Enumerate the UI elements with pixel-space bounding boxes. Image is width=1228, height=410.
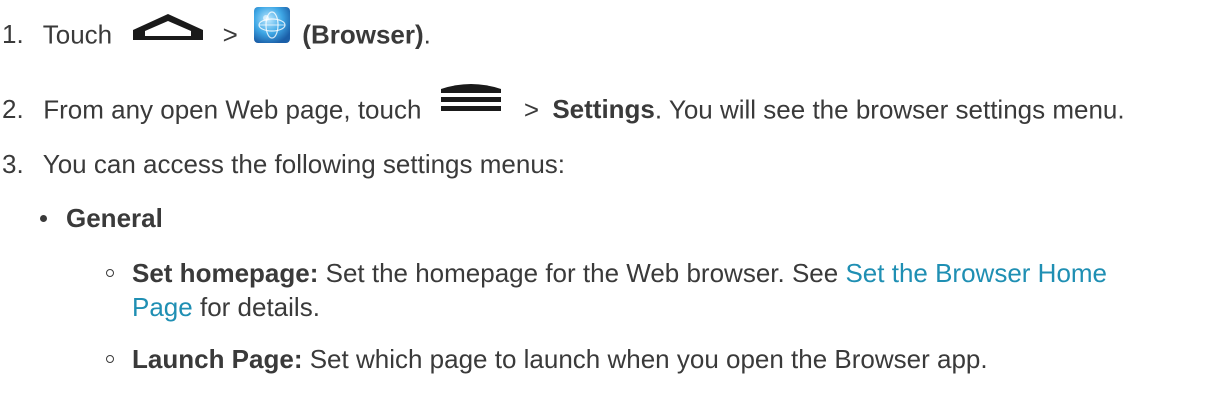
document-page: 1. Touch > (Browser). 2. From any open W… [0,0,1228,410]
home-icon [129,10,207,51]
separator: > [523,94,540,125]
item-label: Launch Page: [132,344,303,374]
bullet-ring [106,355,114,363]
step-2: 2. From any open Web page, touch > Setti… [2,84,1125,132]
step-3: 3. You can access the following settings… [2,148,565,180]
menu-item-set-homepage: Set homepage: Set the homepage for the W… [132,257,1107,289]
step-number: 2. [2,94,24,125]
step-number: 3. [2,149,24,179]
set-browser-home-page-link[interactable]: Set the Browser Home [845,258,1107,288]
menu-heading: General [66,203,163,233]
bullet-ring [106,269,114,277]
step-text-end: . [423,19,431,50]
step-number: 1. [2,19,24,50]
step-text-end: . You will see the browser settings menu… [654,94,1125,125]
menu-heading-general: General [66,202,163,234]
item-label: Set homepage: [132,258,319,288]
bullet-dot [40,215,47,222]
step-1: 1. Touch > (Browser). [2,7,431,59]
step-text: You can access the following settings me… [42,149,565,179]
set-browser-home-page-link-cont[interactable]: Page [132,292,193,322]
item-text: Set the homepage for the Web browser. Se… [325,258,839,288]
step-text: From any open Web page, touch [43,94,422,125]
step-text: Touch [42,19,113,50]
menu-icon [437,79,505,120]
browser-globe-icon [253,6,291,51]
item-text-end: for details. [199,292,320,322]
item-text: Set which page to launch when you open t… [309,344,988,374]
separator: > [222,19,238,50]
browser-label: (Browser) [302,19,424,50]
settings-label: Settings [552,94,655,125]
menu-item-set-homepage-cont: Page for details. [132,291,320,323]
menu-item-launch-page: Launch Page: Set which page to launch wh… [132,343,988,375]
